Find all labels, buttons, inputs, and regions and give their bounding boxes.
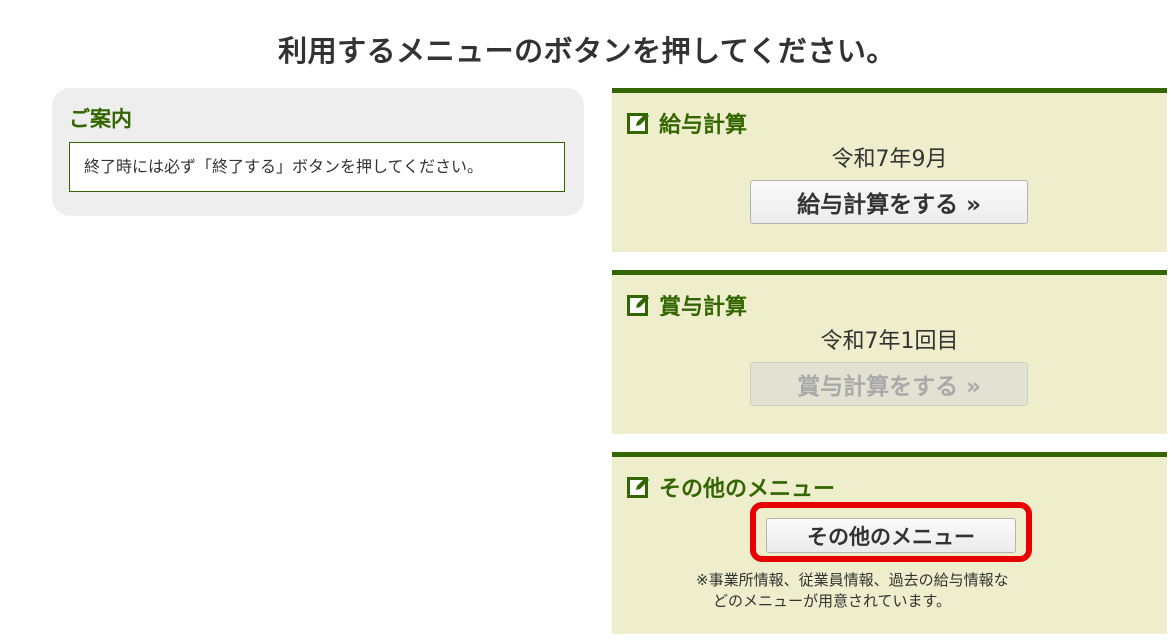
bonus-period: 令和7年1回目 [820, 329, 959, 354]
info-box: ご案内 終了時には必ず「終了する」ボタンを押してください。 [52, 88, 584, 216]
bonus-calc-button: 賞与計算をする » [750, 362, 1028, 406]
note-line-2: どのメニューが用意されています。 [713, 592, 952, 610]
other-panel-title: その他のメニュー [659, 477, 836, 502]
other-panel-heading: その他のメニュー [627, 472, 835, 502]
bonus-panel: 賞与計算 令和7年1回目 賞与計算をする » [612, 270, 1167, 434]
bonus-panel-title: 賞与計算 [659, 295, 748, 320]
salary-panel: 給与計算 令和7年9月 給与計算をする » [612, 88, 1167, 252]
bonus-panel-heading: 賞与計算 [627, 290, 747, 320]
note-line-1: ※事業所情報、従業員情報、過去の給与情報な [696, 571, 1009, 589]
page-title: 利用するメニューのボタンを押してください。 [278, 34, 896, 68]
salary-panel-heading: 給与計算 [627, 108, 747, 138]
other-menu-note: ※事業所情報、従業員情報、過去の給与情報な どのメニューが用意されています。 [696, 570, 1096, 612]
salary-panel-title: 給与計算 [659, 113, 748, 138]
salary-calc-button[interactable]: 給与計算をする » [750, 180, 1028, 224]
edit-icon [627, 475, 651, 499]
highlight-frame: その他のメニュー [750, 502, 1032, 562]
other-menu-panel: その他のメニュー その他のメニュー ※事業所情報、従業員情報、過去の給与情報な … [612, 452, 1167, 634]
salary-period: 令和7年9月 [831, 147, 948, 172]
info-title: ご案内 [69, 107, 132, 131]
edit-icon [627, 111, 651, 135]
edit-icon [627, 293, 651, 317]
other-menu-button[interactable]: その他のメニュー [766, 518, 1016, 553]
info-message: 終了時には必ず「終了する」ボタンを押してください。 [69, 142, 565, 192]
